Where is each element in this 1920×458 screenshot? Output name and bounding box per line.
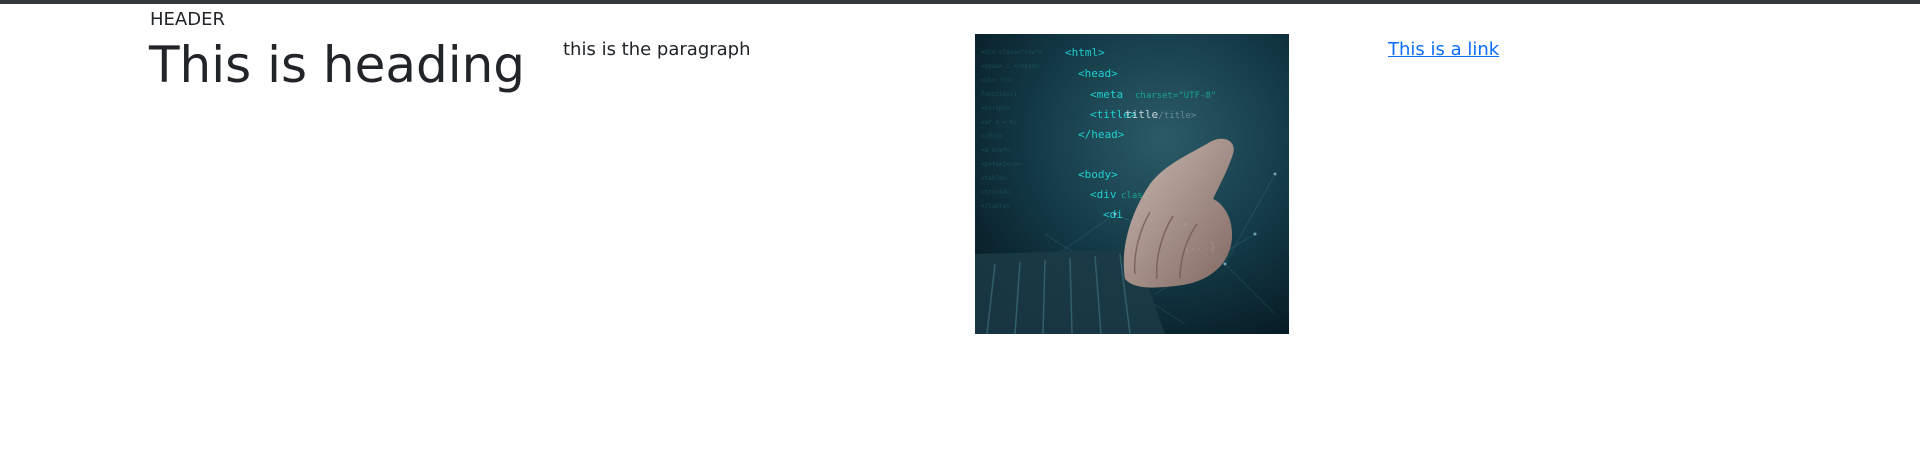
top-border-bar (0, 0, 1920, 4)
svg-text:</head>: </head> (1078, 128, 1125, 141)
svg-text:<html>: <html> (1065, 46, 1105, 59)
svg-text:<ul> <li>: <ul> <li> (981, 77, 1014, 84)
svg-text:charset="UTF-8": charset="UTF-8" (1135, 91, 1216, 101)
svg-text:function(): function() (981, 91, 1017, 98)
svg-text:<script>: <script> (981, 105, 1010, 112)
header-label: HEADER (150, 9, 225, 30)
this-is-a-link[interactable]: This is a link (1388, 38, 1499, 62)
code-laptop-photo-icon: <div class="row"> <span>...</span> <ul> … (975, 34, 1289, 334)
svg-text:<di: <di (1103, 208, 1123, 221)
svg-text:<tr><td>: <tr><td> (981, 189, 1010, 196)
svg-text:<body>: <body> (1078, 168, 1118, 181)
page-heading: This is heading (149, 36, 526, 94)
svg-text:var x = 0;: var x = 0; (981, 119, 1017, 126)
svg-text:</table>: </table> (981, 203, 1010, 210)
svg-text:</div>: </div> (981, 133, 1003, 140)
svg-text:<span>...</span>: <span>...</span> (981, 63, 1039, 70)
paragraph-text: this is the paragraph (563, 39, 751, 60)
svg-text:<p>text</p>: <p>text</p> (981, 161, 1021, 168)
svg-text:<a href>: <a href> (981, 147, 1010, 154)
svg-text:<meta: <meta (1090, 88, 1123, 101)
svg-text:<div class="row">: <div class="row"> (981, 49, 1043, 56)
svg-text:<table>: <table> (981, 175, 1007, 182)
code-laptop-image: <div class="row"> <span>...</span> <ul> … (975, 34, 1289, 334)
svg-text:<div: <div (1090, 188, 1117, 201)
svg-text:</title>: </title> (1153, 111, 1197, 121)
svg-text:<head>: <head> (1078, 67, 1118, 80)
